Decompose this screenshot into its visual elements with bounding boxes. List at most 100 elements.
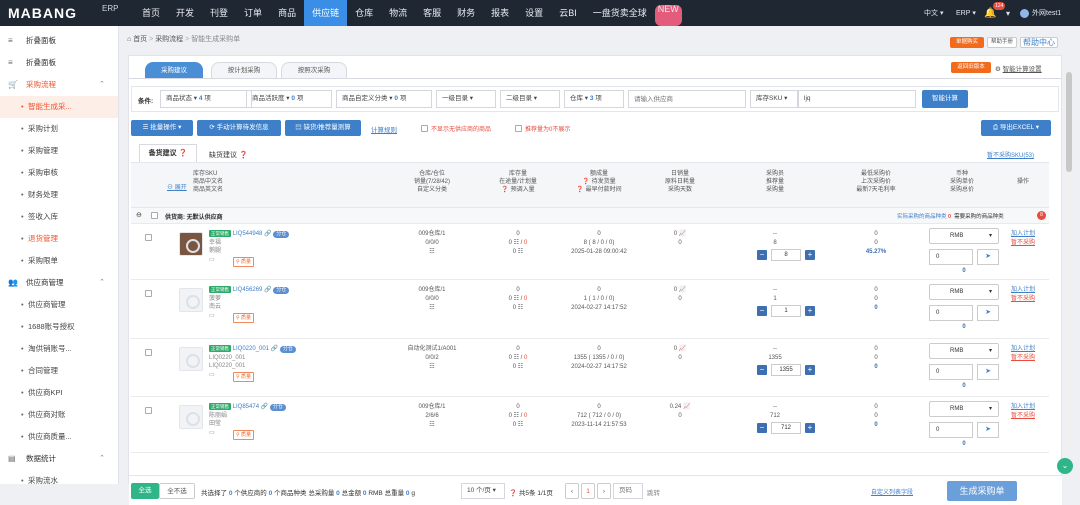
- product-image[interactable]: [179, 288, 203, 312]
- manual-calc-button[interactable]: ⟳ 手动计算待发信息: [197, 120, 281, 136]
- sku-code[interactable]: LIQ85474: [233, 404, 259, 410]
- minus-button[interactable]: −: [757, 306, 767, 316]
- warehouse-filter[interactable]: 仓库 ▾ 3 项: [564, 90, 624, 108]
- user-menu[interactable]: 外网test1: [1020, 0, 1061, 26]
- sidebar-item[interactable]: 供应商KPI: [0, 382, 118, 404]
- sidebar-item[interactable]: ▤ 数据统计 ⌃: [0, 448, 118, 470]
- minus-button[interactable]: −: [757, 423, 767, 433]
- sku-code[interactable]: LIQ0220_001: [233, 346, 269, 352]
- next-page-button[interactable]: ›: [597, 483, 611, 499]
- generate-po-button[interactable]: 生成采购单: [947, 481, 1017, 501]
- unit-price-input[interactable]: 0: [929, 422, 973, 438]
- level2-select[interactable]: 二级目录 ▾: [500, 90, 560, 108]
- row-checkbox[interactable]: [145, 290, 152, 297]
- custom-fields-link[interactable]: 自定义列表字段: [871, 487, 913, 496]
- sidebar-item[interactable]: 退货管理: [0, 228, 118, 250]
- return-old-button[interactable]: 返回旧版本: [951, 62, 991, 73]
- tab-suggest[interactable]: 采购建议: [145, 62, 203, 78]
- level1-select[interactable]: 一级目录 ▾: [436, 90, 496, 108]
- quality-button[interactable]: ⚲ 质量: [233, 257, 255, 267]
- hide-zero-checkbox[interactable]: [515, 125, 522, 132]
- help-manual-button[interactable]: 帮助手册: [987, 37, 1017, 48]
- sidebar-item[interactable]: 采购审核: [0, 162, 118, 184]
- breadcrumb-home[interactable]: 首页: [133, 36, 147, 43]
- collapse-icon[interactable]: ⊖: [136, 211, 142, 219]
- tab-batch[interactable]: 按照次采购: [281, 62, 347, 78]
- add-plan-link[interactable]: 加入计划: [1011, 286, 1035, 295]
- jump-button[interactable]: 跳转: [647, 487, 660, 497]
- quality-button[interactable]: ⚲ 质量: [233, 430, 255, 440]
- sidebar-item[interactable]: 采购限单: [0, 250, 118, 272]
- page-size-select[interactable]: 10 个/页 ▾: [461, 483, 505, 499]
- send-icon[interactable]: ➤: [977, 422, 999, 438]
- status-filter[interactable]: 商品状态 ▾ 4 项: [160, 90, 252, 108]
- list-icon[interactable]: ☷: [397, 248, 467, 257]
- pause-purchase-link[interactable]: 暂不采购: [1011, 354, 1035, 363]
- export-excel-button[interactable]: ⎙ 导出EXCEL ▾: [981, 120, 1051, 136]
- nav-item[interactable]: 客服: [415, 0, 449, 26]
- add-plan-link[interactable]: 加入计划: [1011, 230, 1035, 239]
- sidebar-item[interactable]: 采购流水: [0, 470, 118, 484]
- currency-select[interactable]: RMB ▾: [929, 401, 999, 417]
- no-supplier-checkbox[interactable]: [421, 125, 428, 132]
- tab-stock-suggest[interactable]: 备货建议 ❓: [139, 144, 197, 162]
- qty-input[interactable]: 1355: [771, 364, 801, 376]
- sidebar-item[interactable]: 智能生成采...: [0, 96, 118, 118]
- product-image[interactable]: [179, 232, 203, 256]
- send-icon[interactable]: ➤: [977, 249, 999, 265]
- sidebar-item[interactable]: 🛒 采购流程 ⌃: [0, 74, 118, 96]
- send-icon[interactable]: ➤: [977, 364, 999, 380]
- comment-icon[interactable]: ▭: [209, 429, 215, 436]
- sku-input[interactable]: ljq: [798, 90, 916, 108]
- product-image[interactable]: [179, 405, 203, 429]
- prev-page-button[interactable]: ‹: [565, 483, 579, 499]
- quality-button[interactable]: ⚲ 质量: [233, 372, 255, 382]
- smart-setting-link[interactable]: ⚙ 智能计算设置: [995, 63, 1042, 73]
- plus-button[interactable]: +: [805, 306, 815, 316]
- nav-item[interactable]: 仓库: [347, 0, 381, 26]
- pause-purchase-link[interactable]: 暂不采购: [1011, 295, 1035, 304]
- expand-toggle[interactable]: ⊖ 展开: [167, 184, 187, 192]
- add-plan-link[interactable]: 加入计划: [1011, 403, 1035, 412]
- nav-item[interactable]: 开发: [168, 0, 202, 26]
- page-jump-input[interactable]: [613, 483, 643, 499]
- sidebar-item[interactable]: ≡ 折叠面板: [0, 30, 118, 52]
- sidebar-item[interactable]: 供应商对账: [0, 404, 118, 426]
- activity-filter[interactable]: 商品活跃度 ▾ 0 项: [246, 90, 332, 108]
- sku-code[interactable]: LIQ544948: [233, 231, 263, 237]
- sidebar-item[interactable]: 👥 供应商管理 ⌃: [0, 272, 118, 294]
- nav-item[interactable]: 物流: [381, 0, 415, 26]
- sidebar-item[interactable]: 签收入库: [0, 206, 118, 228]
- batch-ops-button[interactable]: ☰ 批量操作 ▾: [131, 120, 193, 136]
- nav-item[interactable]: 财务: [449, 0, 483, 26]
- sidebar-item[interactable]: 供应商管理: [0, 294, 118, 316]
- plus-button[interactable]: +: [805, 250, 815, 260]
- qty-input[interactable]: 1: [771, 305, 801, 317]
- breadcrumb-flow[interactable]: 采购流程: [155, 36, 183, 43]
- qty-input[interactable]: 8: [771, 249, 801, 261]
- scrollbar[interactable]: [1065, 70, 1073, 450]
- nav-item[interactable]: 供应链: [304, 0, 348, 26]
- nav-item[interactable]: 刊登: [202, 0, 236, 26]
- select-all-button[interactable]: 全选: [131, 483, 159, 499]
- row-checkbox[interactable]: [145, 407, 152, 414]
- pause-purchase-link[interactable]: 暂不采购: [1011, 239, 1035, 248]
- select-none-button[interactable]: 全不选: [159, 483, 195, 499]
- scrollbar-thumb[interactable]: [1066, 72, 1072, 172]
- unit-price-input[interactable]: 0: [929, 305, 973, 321]
- comment-icon[interactable]: ▭: [209, 256, 215, 263]
- pause-purchase-link[interactable]: 暂不采购: [1011, 412, 1035, 421]
- row-checkbox[interactable]: [145, 234, 152, 241]
- lang-select[interactable]: 中文 ▾: [924, 0, 943, 26]
- sidebar-item[interactable]: 淘供销账号...: [0, 338, 118, 360]
- plus-button[interactable]: +: [805, 365, 815, 375]
- sidebar-item[interactable]: 合同管理: [0, 360, 118, 382]
- sidebar-item[interactable]: 1688账号授权: [0, 316, 118, 338]
- comment-icon[interactable]: ▭: [209, 371, 215, 378]
- sidebar-item[interactable]: 供应商质量...: [0, 426, 118, 448]
- unit-price-input[interactable]: 0: [929, 249, 973, 265]
- qty-input[interactable]: 712: [771, 422, 801, 434]
- currency-select[interactable]: RMB ▾: [929, 284, 999, 300]
- unit-price-input[interactable]: 0: [929, 364, 973, 380]
- plus-button[interactable]: +: [805, 423, 815, 433]
